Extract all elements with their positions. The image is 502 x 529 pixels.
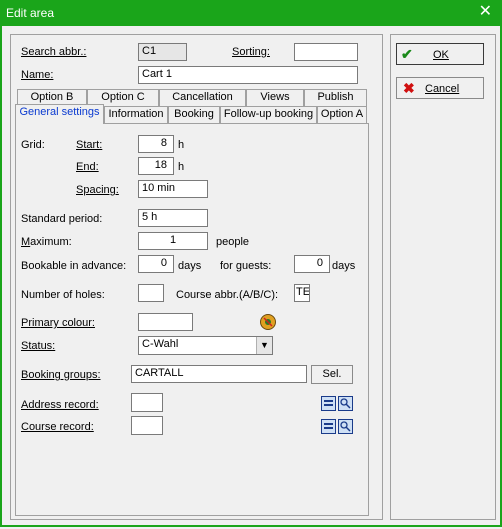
tab-general-settings[interactable]: General settings (15, 104, 104, 124)
color-picker-icon[interactable] (260, 314, 276, 330)
spacing-label: Spacing: (76, 184, 119, 196)
status-value: C-Wahl (142, 338, 179, 350)
people-unit: people (216, 236, 250, 248)
name-label: Name: (21, 69, 54, 81)
tab-booking[interactable]: Booking (168, 106, 220, 123)
standard-period-field[interactable]: 5 h (138, 209, 208, 227)
start-field[interactable]: 8 (138, 135, 174, 153)
guests-days-unit: days (332, 260, 356, 272)
x-icon: ✖ (403, 80, 415, 96)
tab-information[interactable]: Information (104, 106, 168, 123)
list-icon[interactable] (321, 396, 336, 411)
address-record-label: Address record: (21, 399, 99, 411)
list-icon[interactable] (321, 419, 336, 434)
bookable-field[interactable]: 0 (138, 255, 174, 273)
course-abbr-field[interactable]: TE (294, 284, 310, 302)
end-unit: h (178, 161, 185, 173)
bookable-label: Bookable in advance: (21, 260, 127, 272)
search-abbr-field[interactable]: C1 (138, 43, 187, 61)
chevron-down-icon[interactable]: ▼ (256, 337, 272, 354)
maximum-field[interactable]: 1 (138, 232, 208, 250)
start-unit: h (178, 139, 185, 151)
address-record-field[interactable] (131, 393, 163, 412)
end-field[interactable]: 18 (138, 157, 174, 175)
guests-label: for guests: (220, 260, 272, 272)
check-icon: ✔ (401, 46, 413, 62)
tab-follow-up-booking[interactable]: Follow-up booking (220, 106, 317, 123)
end-label: End: (76, 161, 99, 173)
status-select[interactable]: C-Wahl ▼ (138, 336, 273, 355)
search-icon[interactable] (338, 419, 353, 434)
ok-button[interactable]: ✔ OK (396, 43, 484, 65)
title-bar: Edit area ✕ (0, 0, 502, 26)
ok-label: OK (433, 49, 449, 61)
close-icon[interactable]: ✕ (479, 3, 492, 21)
tab-publish[interactable]: Publish (304, 89, 367, 106)
spacing-field[interactable]: 10 min (138, 180, 208, 198)
grid-label: Grid: (21, 139, 45, 151)
holes-label: Number of holes: (21, 289, 105, 301)
select-groups-button[interactable]: Sel. (311, 365, 353, 384)
sorting-field[interactable] (294, 43, 358, 61)
search-abbr-label: Search abbr.: (21, 46, 87, 58)
search-icon[interactable] (338, 396, 353, 411)
action-panel (390, 34, 496, 520)
standard-period-label: Standard period: (21, 213, 103, 225)
start-label: Start: (76, 139, 103, 151)
cancel-label: Cancel (425, 83, 460, 95)
booking-groups-field[interactable]: CARTALL (131, 365, 307, 383)
primary-colour-label: Primary colour: (21, 317, 95, 329)
tab-option-a[interactable]: Option A (317, 106, 367, 123)
sorting-label: Sorting: (232, 46, 270, 58)
course-record-field[interactable] (131, 416, 163, 435)
course-abbr-label: Course abbr.(A/B/C): (176, 289, 279, 301)
course-record-label: Course record: (21, 421, 94, 433)
name-field[interactable]: Cart 1 (138, 66, 358, 84)
tab-cancellation[interactable]: Cancellation (159, 89, 246, 106)
cancel-button[interactable]: ✖ Cancel (396, 77, 484, 99)
window-title: Edit area (6, 6, 55, 20)
status-label: Status: (21, 340, 56, 352)
tab-views[interactable]: Views (246, 89, 304, 106)
bookable-days-unit: days (178, 260, 202, 272)
maximum-label: Maximum: (21, 236, 72, 248)
guests-field[interactable]: 0 (294, 255, 330, 273)
holes-field[interactable] (138, 284, 164, 302)
booking-groups-label: Booking groups: (21, 369, 101, 381)
primary-colour-field[interactable] (138, 313, 193, 331)
